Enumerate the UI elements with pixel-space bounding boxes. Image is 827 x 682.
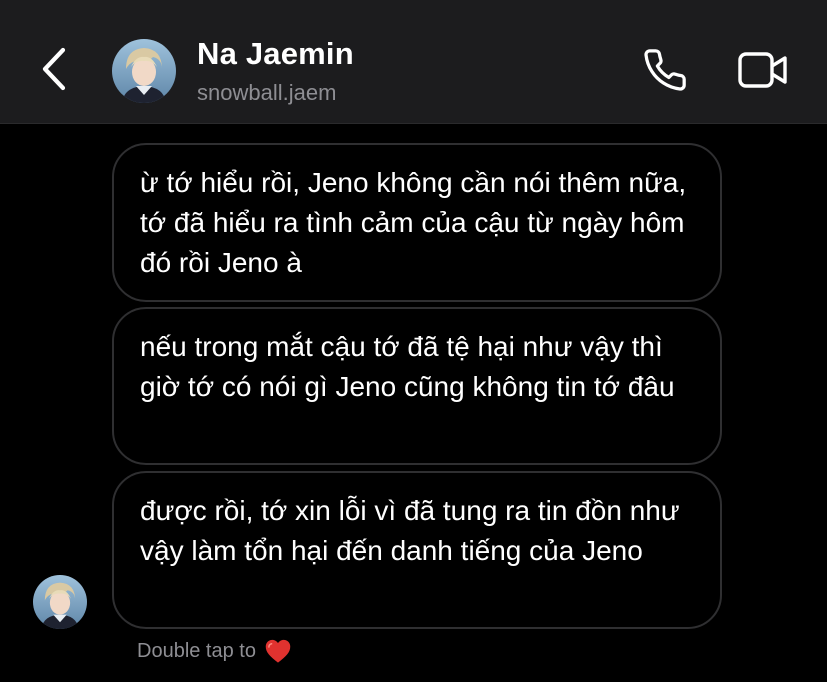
double-tap-hint-label: Double tap to — [137, 639, 256, 662]
call-button[interactable] — [640, 46, 690, 94]
video-camera-icon — [738, 52, 787, 88]
back-button[interactable] — [34, 46, 74, 92]
phone-icon — [644, 49, 686, 91]
message-bubble[interactable]: nếu trong mắt cậu tớ đã tệ hại như vậy t… — [112, 307, 722, 465]
chat-header: Na Jaemin snowball.jaem — [0, 0, 827, 124]
double-tap-hint: Double tap to — [137, 638, 292, 664]
sender-avatar[interactable] — [33, 575, 87, 629]
contact-username[interactable]: snowball.jaem — [197, 80, 336, 106]
heart-icon — [264, 638, 292, 664]
message-bubble[interactable]: ừ tớ hiểu rồi, Jeno không cần nói thêm n… — [112, 143, 722, 302]
contact-avatar[interactable] — [112, 39, 176, 103]
video-call-button[interactable] — [736, 46, 790, 94]
contact-name[interactable]: Na Jaemin — [197, 36, 354, 72]
chevron-left-icon — [42, 47, 66, 91]
message-bubble[interactable]: được rồi, tớ xin lỗi vì đã tung ra tin đ… — [112, 471, 722, 629]
